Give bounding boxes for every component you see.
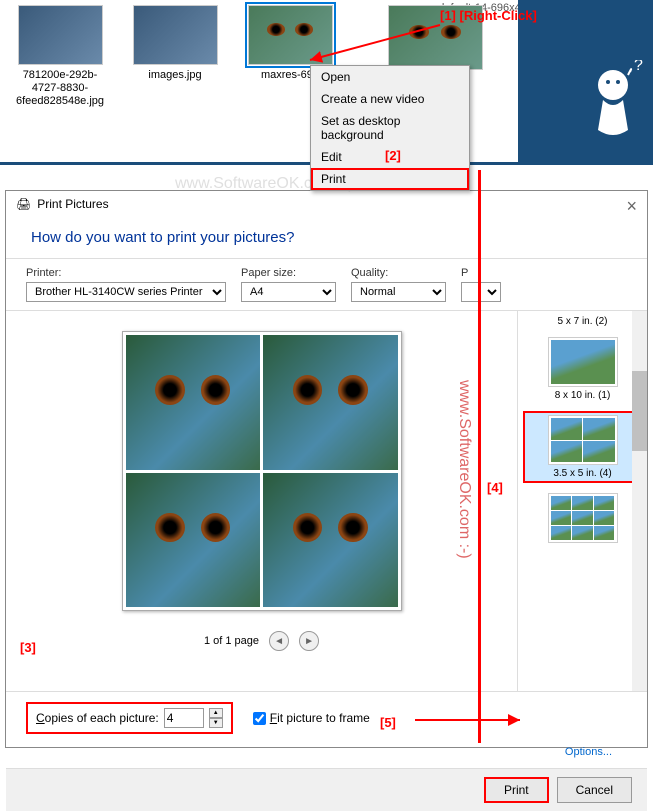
file-item[interactable]: 781200e-292b-4727-8830-6feed828548e.jpg xyxy=(10,5,110,109)
menu-print[interactable]: Print xyxy=(311,168,469,190)
print-button[interactable]: Print xyxy=(484,777,549,803)
options-link[interactable]: Options... xyxy=(26,746,612,758)
cancel-button[interactable]: Cancel xyxy=(557,777,632,803)
quality-label: Quality: xyxy=(351,267,446,279)
file-item[interactable]: images.jpg xyxy=(125,5,225,82)
next-page-button[interactable]: ► xyxy=(299,631,319,651)
copies-input[interactable] xyxy=(164,708,204,728)
p-select[interactable] xyxy=(461,282,501,302)
printer-select[interactable]: Brother HL-3140CW series Printer xyxy=(26,282,226,302)
dialog-header: How do you want to print your pictures? xyxy=(6,217,647,258)
dialog-title: Print Pictures xyxy=(37,197,108,211)
arrow-1 xyxy=(300,20,450,70)
copies-up[interactable]: ▲ xyxy=(209,708,223,718)
side-panel: ? xyxy=(518,0,653,165)
menu-set-background[interactable]: Set as desktop background xyxy=(311,110,469,146)
layout-5x7[interactable]: 5 x 7 in. (2) xyxy=(523,316,642,327)
menu-create-video[interactable]: Create a new video xyxy=(311,88,469,110)
annotation-2: [2] xyxy=(385,148,401,163)
annotation-1: [1] [Right-Click] xyxy=(440,8,537,23)
layout-8x10[interactable]: 8 x 10 in. (1) xyxy=(523,337,642,401)
paper-label: Paper size: xyxy=(241,267,336,279)
layout-3_5x5[interactable]: 3.5 x 5 in. (4) xyxy=(523,411,642,483)
mascot-icon: ? xyxy=(578,60,648,150)
copies-label: Copies of each picture: xyxy=(36,711,159,725)
scrollbar[interactable] xyxy=(632,311,647,691)
fit-checkbox-label[interactable]: Fit picture to frame xyxy=(253,711,370,725)
preview-page xyxy=(122,331,402,611)
fit-checkbox[interactable] xyxy=(253,712,266,725)
vertical-separator xyxy=(478,170,481,743)
layout-pane: 5 x 7 in. (2) 8 x 10 in. (1) 3.5 x 5 in.… xyxy=(517,311,647,691)
layout-wallet[interactable] xyxy=(523,493,642,543)
arrow-5 xyxy=(410,710,530,730)
paper-select[interactable]: A4 xyxy=(241,282,336,302)
preview-area: 1 of 1 page ◄ ► xyxy=(6,311,517,691)
print-dialog: 🖨 Print Pictures × How do you want to pr… xyxy=(5,190,648,748)
preview-nav: 1 of 1 page ◄ ► xyxy=(204,631,319,651)
prev-page-button[interactable]: ◄ xyxy=(269,631,289,651)
close-button[interactable]: × xyxy=(626,196,637,217)
dialog-buttons: Print Cancel xyxy=(6,768,647,811)
annotation-3: [3] xyxy=(20,640,36,655)
copies-box: Copies of each picture: ▲ ▼ xyxy=(26,702,233,734)
printer-label: Printer: xyxy=(26,267,226,279)
dialog-title-bar: 🖨 Print Pictures × xyxy=(6,191,647,217)
context-menu: Open Create a new video Set as desktop b… xyxy=(310,65,470,191)
copies-down[interactable]: ▼ xyxy=(209,718,223,728)
annotation-5: [5] xyxy=(380,715,396,730)
svg-text:?: ? xyxy=(634,60,643,74)
printer-icon: 🖨 xyxy=(16,197,31,211)
p-label: P xyxy=(461,267,501,279)
print-controls: Printer: Brother HL-3140CW series Printe… xyxy=(6,258,647,311)
annotation-4: [4] xyxy=(487,480,503,495)
quality-select[interactable]: Normal xyxy=(351,282,446,302)
